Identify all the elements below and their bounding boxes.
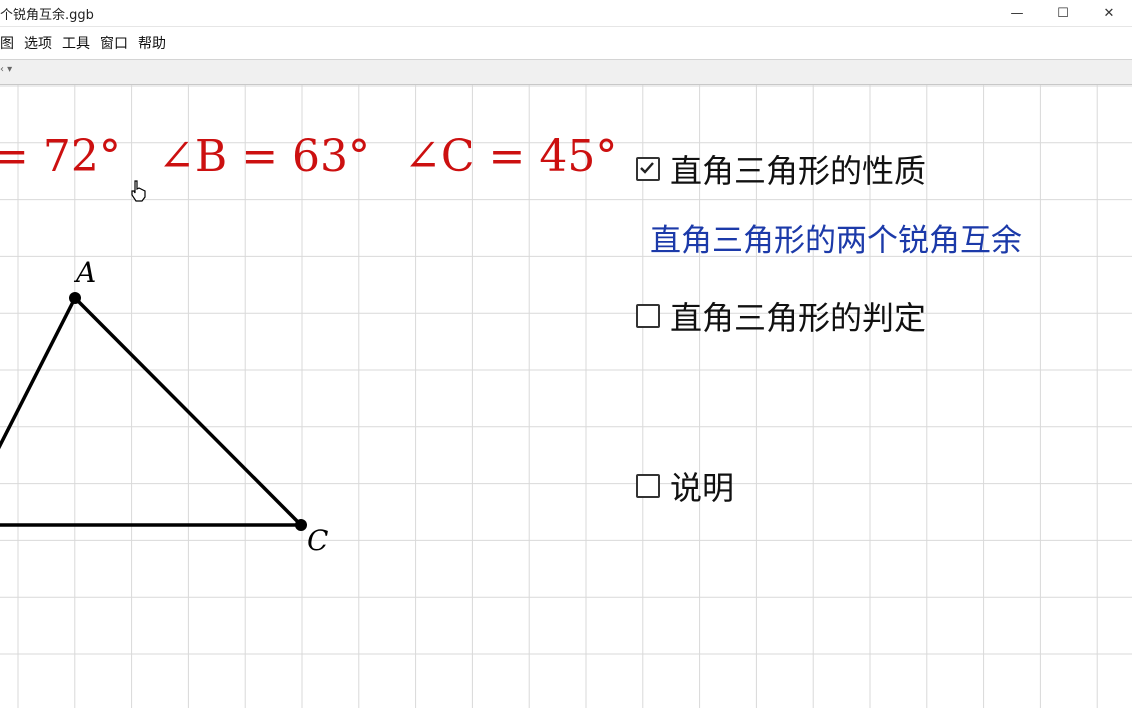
menu-help[interactable]: 帮助 [133, 33, 171, 53]
checkbox-unchecked-icon[interactable] [636, 304, 660, 328]
menu-view[interactable]: 图 [0, 33, 19, 53]
menu-options[interactable]: 选项 [19, 33, 57, 53]
label-point-a: A [76, 256, 97, 289]
window-title: 个锐角互余.ggb [0, 8, 94, 23]
property-statement: 直角三角形的两个锐角互余 [650, 223, 1022, 259]
menu-tools[interactable]: 工具 [57, 33, 95, 53]
checkbox-properties-label: 直角三角形的性质 [670, 152, 927, 190]
close-button[interactable]: ✕ [1086, 0, 1132, 26]
maximize-button[interactable]: ☐ [1040, 0, 1086, 26]
toolbar-toggle-icon[interactable]: ‹ ▾ [0, 64, 12, 75]
segment-ab[interactable] [0, 297, 77, 465]
angle-b-text[interactable]: ∠B = 63° [158, 135, 370, 179]
title-bar: 个锐角互余.ggb — ☐ ✕ [0, 0, 1132, 27]
point-c[interactable] [295, 519, 307, 531]
window-controls: — ☐ ✕ [994, 0, 1132, 26]
checkbox-explanation-label: 说明 [670, 469, 735, 507]
angle-c-text[interactable]: ∠C = 45° [404, 135, 617, 179]
checkbox-checked-icon[interactable] [636, 157, 660, 181]
triangle[interactable] [0, 292, 307, 531]
checkbox-explanation[interactable]: 说明 [636, 463, 734, 509]
toolbar-strip: ‹ ▾ [0, 59, 1132, 85]
checkbox-criteria[interactable]: 直角三角形的判定 [636, 293, 926, 339]
checkbox-unchecked-icon[interactable] [636, 474, 660, 498]
checkbox-properties[interactable]: 直角三角形的性质 [636, 146, 926, 192]
point-a[interactable] [69, 292, 81, 304]
minimize-button[interactable]: — [994, 0, 1040, 26]
menu-window[interactable]: 窗口 [95, 33, 133, 53]
graphics-view[interactable]: = 72° ∠B = 63° ∠C = 45° A C 直角三角形的性质 直角三… [0, 85, 1132, 708]
menu-bar: 图 选项 工具 窗口 帮助 [0, 27, 1132, 59]
checkbox-criteria-label: 直角三角形的判定 [670, 299, 927, 337]
label-point-c: C [307, 524, 329, 557]
angle-a-text[interactable]: = 72° [0, 135, 121, 179]
